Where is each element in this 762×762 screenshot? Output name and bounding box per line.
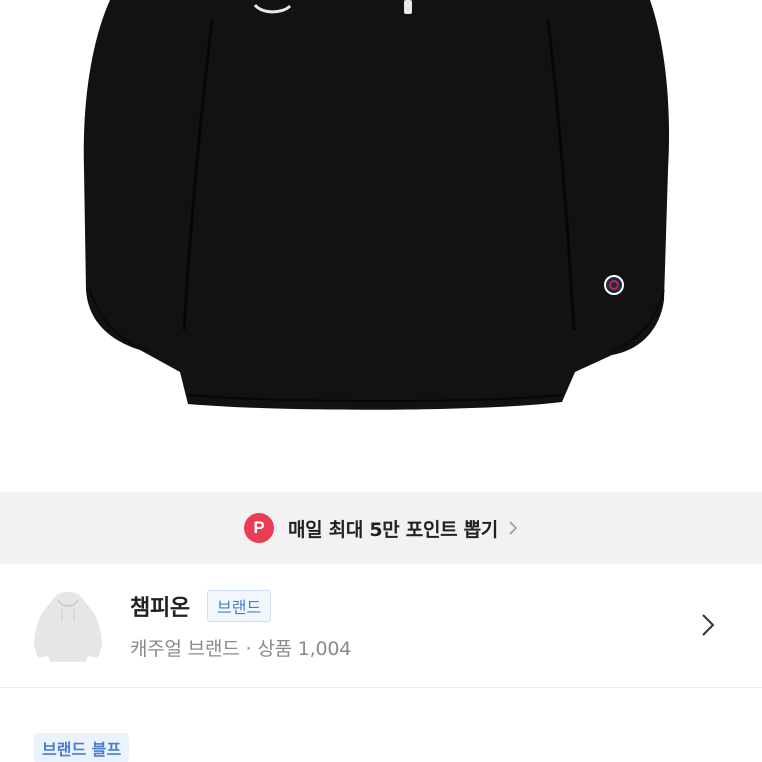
chevron-right-icon (508, 520, 518, 536)
brand-meta: 캐주얼 브랜드 · 상품 1,004 (130, 634, 351, 661)
brand-pulse-chip[interactable]: 브랜드 블프 (34, 733, 130, 762)
sweatshirt-body (83, 0, 670, 410)
product-detail-page: P 매일 최대 5만 포인트 뽑기 챔피온 브랜드 캐주얼 브랜드 · 상품 1,0… (0, 0, 762, 762)
sleeve-logo-icon (604, 275, 624, 295)
products-count: 1,004 (297, 638, 352, 660)
brand-name: 챔피온 (130, 596, 190, 621)
brand-category: 캐주얼 브랜드 (130, 638, 240, 660)
points-badge-icon: P (244, 513, 274, 543)
meta-separator: · (245, 638, 252, 660)
brand-tag: 브랜드 (207, 590, 272, 622)
brand-row[interactable]: 챔피온 브랜드 캐주얼 브랜드 · 상품 1,004 (0, 564, 762, 688)
hoodie-logo-icon (28, 586, 108, 666)
product-image[interactable] (0, 0, 762, 492)
logo-fragment (404, 0, 412, 14)
products-label: 상품 (257, 638, 292, 660)
sweatshirt-illustration (83, 0, 670, 410)
promo-text: 매일 최대 5만 포인트 뽑기 (288, 518, 498, 541)
points-promo-banner[interactable]: P 매일 최대 5만 포인트 뽑기 (0, 492, 762, 564)
chevron-right-icon (700, 612, 716, 642)
